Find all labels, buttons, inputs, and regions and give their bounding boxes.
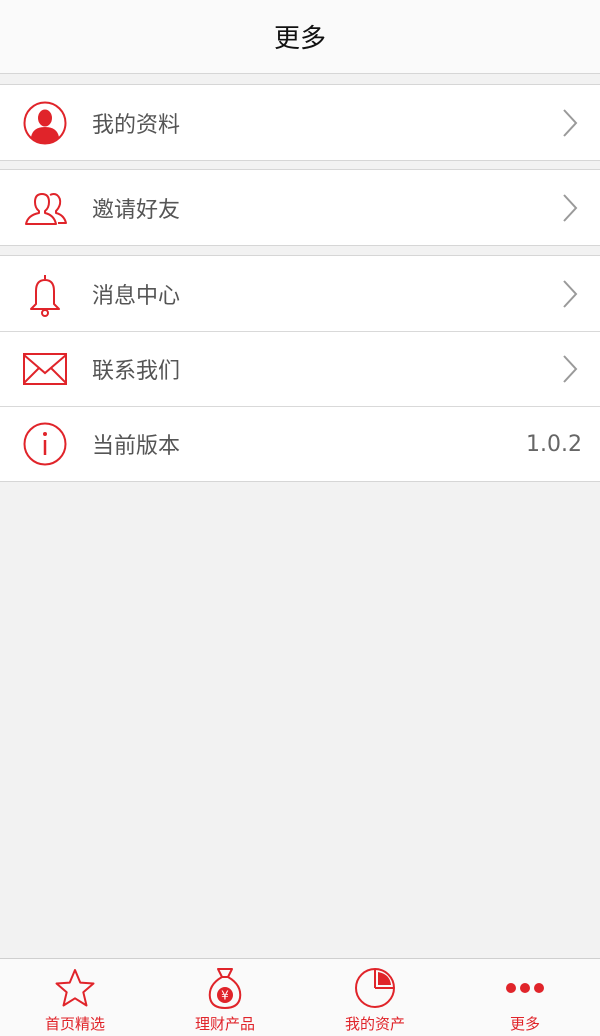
pie-chart-icon	[352, 965, 398, 1011]
menu-item-label: 邀请好友	[92, 197, 181, 223]
friends-icon	[22, 185, 68, 231]
tab-my-assets[interactable]: 我的资产	[300, 959, 450, 1036]
menu-item-label: 我的资料	[92, 112, 181, 138]
tab-financial-products[interactable]: ¥ 理财产品	[150, 959, 300, 1036]
tab-more[interactable]: 更多	[450, 959, 600, 1036]
tab-label: 首页精选	[44, 1015, 105, 1033]
tab-bar: 首页精选 ¥ 理财产品 我的资产 更多	[0, 958, 600, 1036]
menu-item-invite[interactable]: 邀请好友	[0, 170, 600, 245]
invite-group: 邀请好友	[0, 169, 600, 246]
more-dots-icon	[502, 965, 548, 1011]
bell-icon	[22, 271, 68, 317]
navigation-bar: 更多	[0, 0, 600, 74]
version-number: 1.0.2	[526, 431, 582, 457]
profile-group: 我的资料	[0, 84, 600, 161]
star-icon	[52, 965, 98, 1011]
menu-item-version: 当前版本 1.0.2	[0, 406, 600, 481]
menu-item-profile[interactable]: 我的资料	[0, 85, 600, 160]
tab-label: 更多	[509, 1015, 540, 1033]
tab-label: 我的资产	[344, 1015, 405, 1033]
tab-label: 理财产品	[194, 1015, 255, 1033]
menu-item-label: 联系我们	[92, 359, 181, 384]
menu-item-messages[interactable]: 消息中心	[0, 256, 600, 331]
tab-home-featured[interactable]: 首页精选	[0, 959, 150, 1036]
svg-text:¥: ¥	[221, 989, 229, 1003]
chevron-right-icon	[562, 354, 578, 384]
chevron-right-icon	[562, 193, 578, 223]
page-title: 更多	[273, 24, 326, 54]
money-bag-icon: ¥	[202, 965, 248, 1011]
chevron-right-icon	[562, 279, 578, 309]
info-icon	[22, 421, 68, 467]
info-group: 消息中心 联系我们 当前版本 1.0.2	[0, 255, 600, 482]
chevron-right-icon	[562, 108, 578, 138]
menu-item-label: 当前版本	[92, 434, 181, 459]
user-avatar-icon	[22, 100, 68, 146]
menu-item-contact[interactable]: 联系我们	[0, 331, 600, 406]
envelope-icon	[22, 346, 68, 392]
menu-item-label: 消息中心	[92, 283, 181, 309]
